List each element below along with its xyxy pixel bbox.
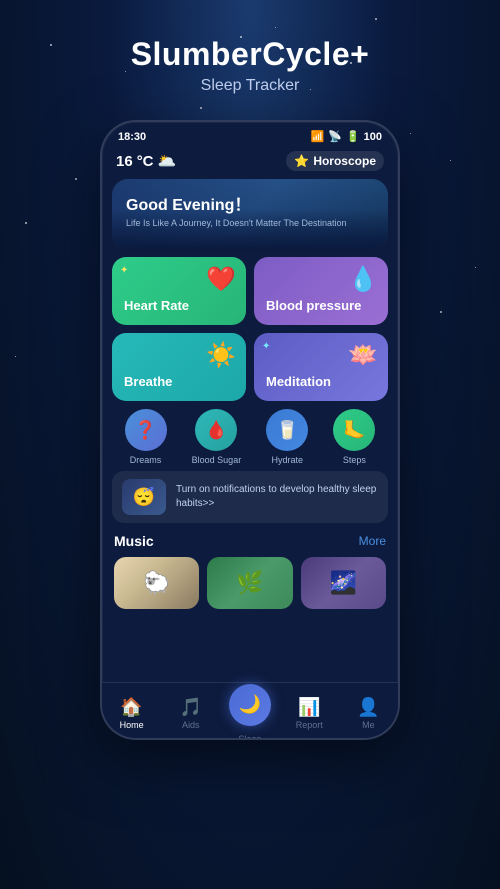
nav-sleep[interactable]: 🌙 Sleep <box>220 678 279 741</box>
cosmos-emoji: 🌌 <box>330 570 357 596</box>
home-icon: 🏠 <box>120 697 142 718</box>
sparkle-icon-2: ✦ <box>262 341 270 352</box>
breathe-icon: ☀️ <box>206 341 236 370</box>
sheep-emoji: 🐑 <box>143 570 170 596</box>
wifi-icon: 📶 <box>311 130 325 143</box>
temperature-unit: °C <box>137 153 154 170</box>
nav-aids[interactable]: 🎵 Aids <box>161 691 220 730</box>
hydrate-circle: 🥛 <box>266 409 308 451</box>
feature-row: ❓ Dreams 🩸 Blood Sugar 🥛 Hydrate 🦶 <box>112 409 388 465</box>
music-section-header: Music More <box>114 533 386 549</box>
greeting-text: Good Evening！ <box>126 191 374 215</box>
music-card-cosmos[interactable]: 🌌 <box>301 557 386 609</box>
hydrate-label: Hydrate <box>272 455 304 465</box>
bottom-navigation: 🏠 Home 🎵 Aids 🌙 Sleep 📊 Report 👤 Me <box>102 682 398 738</box>
status-time: 18:30 <box>118 131 146 143</box>
report-label: Report <box>296 720 323 730</box>
heart-rate-card[interactable]: ✦ ❤️ Heart Rate <box>112 257 246 325</box>
steps-icon: 🦶 <box>343 420 365 441</box>
status-bar: 18:30 📶 📡 🔋 100 <box>102 122 398 147</box>
music-card-sheep[interactable]: 🐑 <box>114 557 199 609</box>
blood-pressure-card[interactable]: 💧 Blood pressure <box>254 257 388 325</box>
app-title-area: SlumberCycle+ Sleep Tracker <box>0 0 500 95</box>
blood-pressure-label: Blood pressure <box>266 298 376 313</box>
blood-sugar-label: Blood Sugar <box>192 455 242 465</box>
status-right: 📶 📡 🔋 100 <box>311 130 382 143</box>
signal-icon: 📡 <box>328 130 342 143</box>
sparkle-icon: ✦ <box>120 265 128 276</box>
blood-pressure-icon: 💧 <box>348 265 378 294</box>
weather-header: 16 °C 🌥️ ⭐ Horoscope <box>102 147 398 179</box>
aids-icon: 🎵 <box>180 697 202 718</box>
hydrate-item[interactable]: 🥛 Hydrate <box>266 409 308 465</box>
notification-text: Turn on notifications to develop healthy… <box>176 483 378 511</box>
report-icon: 📊 <box>298 697 320 718</box>
heart-rate-icon: ❤️ <box>206 265 236 294</box>
blood-sugar-item[interactable]: 🩸 Blood Sugar <box>192 409 242 465</box>
phone-content: 18:30 📶 📡 🔋 100 16 °C 🌥️ ⭐ Horoscope <box>102 122 398 682</box>
sleep-button[interactable]: 🌙 <box>229 684 271 726</box>
breathe-card[interactable]: ☀️ Breathe <box>112 333 246 401</box>
music-cards: 🐑 🌿 🌌 <box>114 557 386 609</box>
steps-label: Steps <box>343 455 366 465</box>
weather-emoji: 🌥️ <box>158 152 177 170</box>
star-icon: ⭐ <box>294 154 309 168</box>
dreams-label: Dreams <box>130 455 162 465</box>
dreams-item[interactable]: ❓ Dreams <box>125 409 167 465</box>
blood-sugar-icon: 🩸 <box>205 420 227 441</box>
dreams-icon: ❓ <box>134 420 156 441</box>
meditation-card[interactable]: ✦ 🪷 Meditation <box>254 333 388 401</box>
steps-item[interactable]: 🦶 Steps <box>333 409 375 465</box>
notification-bar[interactable]: 😴 Turn on notifications to develop healt… <box>112 471 388 523</box>
temperature-value: 16 <box>116 153 133 170</box>
horoscope-button[interactable]: ⭐ Horoscope <box>286 151 384 171</box>
battery-indicator: 🔋 <box>346 130 360 143</box>
heart-rate-label: Heart Rate <box>124 298 234 313</box>
notification-thumbnail: 😴 <box>122 479 166 515</box>
dreams-circle: ❓ <box>125 409 167 451</box>
hydrate-icon: 🥛 <box>276 420 298 441</box>
hero-mountains <box>112 209 388 249</box>
phone-frame: 18:30 📶 📡 🔋 100 16 °C 🌥️ ⭐ Horoscope <box>100 120 400 740</box>
me-icon: 👤 <box>357 697 379 718</box>
home-label: Home <box>120 720 144 730</box>
music-card-nature[interactable]: 🌿 <box>207 557 292 609</box>
nature-emoji: 🌿 <box>236 570 263 596</box>
app-title: SlumberCycle+ <box>0 36 500 73</box>
music-section: Music More 🐑 🌿 🌌 <box>102 529 398 615</box>
nav-home[interactable]: 🏠 Home <box>102 691 161 730</box>
horoscope-label: Horoscope <box>313 154 376 168</box>
sleep-label: Sleep <box>238 734 261 741</box>
blood-sugar-circle: 🩸 <box>195 409 237 451</box>
aids-label: Aids <box>182 720 200 730</box>
battery-level: 100 <box>364 131 382 143</box>
nav-me[interactable]: 👤 Me <box>339 691 398 730</box>
notification-thumb-emoji: 😴 <box>133 487 155 508</box>
greeting-subtitle: Life Is Like A Journey, It Doesn't Matte… <box>126 218 374 228</box>
meditation-icon: 🪷 <box>348 341 378 370</box>
steps-circle: 🦶 <box>333 409 375 451</box>
me-label: Me <box>362 720 375 730</box>
app-subtitle: Sleep Tracker <box>0 77 500 95</box>
sleep-icon: 🌙 <box>239 694 261 715</box>
weather-temp: 16 °C 🌥️ <box>116 152 176 170</box>
music-section-title: Music <box>114 533 154 549</box>
nav-report[interactable]: 📊 Report <box>280 691 339 730</box>
hero-banner: Good Evening！ Life Is Like A Journey, It… <box>112 179 388 249</box>
quick-grid: ✦ ❤️ Heart Rate 💧 Blood pressure ☀️ Brea… <box>112 257 388 401</box>
breathe-label: Breathe <box>124 374 234 389</box>
music-more-button[interactable]: More <box>359 534 386 548</box>
meditation-label: Meditation <box>266 374 376 389</box>
